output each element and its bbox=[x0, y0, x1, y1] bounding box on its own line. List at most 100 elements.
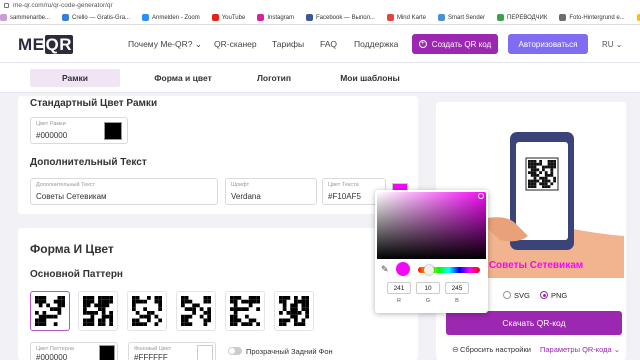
nav-qr-scanner[interactable]: QR-сканер bbox=[214, 39, 257, 49]
bookmark-favicon-icon bbox=[211, 14, 219, 21]
bookmark-item[interactable]: YouTube bbox=[211, 14, 246, 21]
bookmark-label: Smart Sender bbox=[447, 14, 486, 21]
pattern-option[interactable] bbox=[176, 291, 216, 331]
format-png-label: PNG bbox=[551, 291, 568, 300]
bookmark-item[interactable]: Foto-Hintergrund e... bbox=[559, 14, 625, 21]
bookmark-label: YouTube bbox=[221, 14, 246, 21]
reset-settings-link[interactable]: Сбросить настройки bbox=[460, 345, 531, 354]
bookmark-label: Facebook — Выпол... bbox=[316, 14, 375, 21]
bookmark-item[interactable]: Smart Sender bbox=[437, 14, 486, 21]
address-bar[interactable]: me-qr.com/ru/qr-code-generator/qr bbox=[0, 0, 640, 11]
format-png-radio[interactable] bbox=[540, 291, 548, 299]
logo-text-qr: QR bbox=[44, 35, 73, 54]
red-input[interactable]: 241 bbox=[387, 282, 411, 294]
logo[interactable]: MEQR bbox=[18, 35, 73, 55]
bookmark-label: sammenarbe... bbox=[10, 14, 51, 21]
transparent-bg-label: Прозрачный Задний Фон bbox=[246, 347, 333, 356]
hue-handle[interactable] bbox=[424, 265, 434, 275]
pattern-thumbnail-icon bbox=[279, 296, 309, 326]
pattern-thumbnail-icon bbox=[132, 296, 162, 326]
bookmark-favicon-icon bbox=[559, 14, 567, 21]
shape-color-heading: Форма И Цвет bbox=[30, 242, 114, 256]
lock-icon bbox=[4, 3, 9, 8]
extra-text-heading: Дополнительный Текст bbox=[30, 157, 147, 168]
qr-params-link[interactable]: Параметры QR-кода ⌄ bbox=[540, 345, 620, 354]
editor-tabs: Рамки Форма и цвет Логотип Мои шаблоны bbox=[0, 63, 640, 93]
download-qr-button[interactable]: Скачать QR-код bbox=[446, 311, 622, 335]
tab-frames[interactable]: Рамки bbox=[30, 69, 120, 87]
pattern-option[interactable] bbox=[274, 291, 314, 331]
bookmark-favicon-icon bbox=[386, 14, 394, 21]
site-header: MEQR Почему Me-QR? ⌄ QR-сканер Тарифы FA… bbox=[0, 25, 640, 63]
bookmark-item[interactable]: Crello — Gratis-Gra... bbox=[62, 14, 130, 21]
text-color-value: #F10AF5 bbox=[328, 192, 361, 201]
extra-text-field[interactable]: Дополнительный Текст Советы Сетевикам bbox=[30, 178, 218, 205]
frame-color-value: #000000 bbox=[36, 131, 68, 140]
red-label: R bbox=[397, 298, 401, 304]
language-selector[interactable]: RU ⌄ bbox=[602, 40, 622, 49]
bookmark-favicon-icon bbox=[62, 14, 70, 21]
saturation-area[interactable] bbox=[377, 192, 486, 259]
plus-circle-icon: + bbox=[418, 40, 427, 48]
bookmark-label: Instagram bbox=[267, 14, 294, 21]
reset-icon: ⊖ bbox=[452, 345, 459, 354]
pattern-thumbnail-icon bbox=[181, 296, 211, 326]
pattern-thumbnail-icon bbox=[230, 296, 260, 326]
bookmark-item[interactable]: Facebook — Выпол... bbox=[306, 14, 375, 21]
text-color-label: Цвет Текста bbox=[328, 182, 359, 188]
download-label: Скачать QR-код bbox=[502, 318, 566, 328]
pattern-color-swatch[interactable] bbox=[99, 345, 115, 360]
bookmark-favicon-icon bbox=[0, 14, 7, 21]
login-label: Авторизоваться bbox=[518, 39, 578, 49]
bookmark-favicon-icon bbox=[497, 14, 505, 21]
frame-color-swatch[interactable] bbox=[104, 122, 122, 140]
bookmark-favicon-icon bbox=[142, 14, 150, 21]
bookmark-favicon-icon bbox=[437, 14, 445, 21]
current-color-preview bbox=[396, 262, 410, 276]
color-picker-popup: ✎ 241 10 245 R G B bbox=[375, 190, 488, 313]
create-qr-button[interactable]: + Создать QR код bbox=[412, 34, 498, 54]
bookmark-item[interactable]: ПЕРЕВОДЧИК bbox=[497, 14, 547, 21]
bookmark-label: Mind Karte bbox=[396, 14, 426, 21]
bookmark-label: Crello — Gratis-Gra... bbox=[72, 14, 131, 21]
format-svg-radio[interactable] bbox=[503, 291, 511, 299]
bookmark-item[interactable]: Instagram bbox=[257, 14, 294, 21]
bookmark-item[interactable]: sammenarbe... bbox=[0, 14, 50, 21]
bg-color-swatch[interactable] bbox=[197, 345, 213, 360]
bookmarks-bar: sammenarbe... Crello — Gratis-Gra... Anmel… bbox=[0, 11, 640, 25]
frame-color-label: Цвет Рамки bbox=[36, 121, 66, 127]
qr-code-modules bbox=[528, 160, 556, 188]
pattern-option[interactable] bbox=[78, 291, 118, 331]
create-qr-label: Создать QR код bbox=[431, 39, 492, 49]
nav-pricing[interactable]: Тарифы bbox=[272, 39, 304, 49]
saturation-handle[interactable] bbox=[478, 193, 484, 199]
bookmark-item[interactable]: Mind Karte bbox=[386, 14, 426, 21]
bg-color-value: #FFFFFF bbox=[134, 353, 168, 360]
eyedropper-icon[interactable]: ✎ bbox=[381, 264, 389, 275]
blue-input[interactable]: 245 bbox=[445, 282, 469, 294]
pattern-option[interactable] bbox=[30, 291, 70, 331]
bookmark-favicon-icon bbox=[257, 14, 265, 21]
font-select[interactable]: Шрифт Verdana bbox=[225, 178, 317, 205]
login-button[interactable]: Авторизоваться bbox=[508, 34, 588, 54]
transparent-bg-toggle[interactable] bbox=[228, 347, 242, 355]
pattern-option[interactable] bbox=[225, 291, 265, 331]
nav-why-meqr[interactable]: Почему Me-QR? ⌄ bbox=[128, 39, 202, 50]
green-label: G bbox=[425, 298, 431, 304]
pattern-option[interactable] bbox=[127, 291, 167, 331]
bookmark-item[interactable]: Anmelden - Zoom bbox=[142, 14, 200, 21]
font-label: Шрифт bbox=[231, 182, 250, 188]
frame-color-heading: Стандартный Цвет Рамки bbox=[30, 98, 158, 109]
green-input[interactable]: 10 bbox=[416, 282, 440, 294]
extra-text-value: Советы Сетевикам bbox=[36, 192, 107, 201]
format-svg-label: SVG bbox=[514, 291, 530, 300]
bookmark-label: Foto-Hintergrund e... bbox=[569, 14, 625, 21]
tab-my-templates[interactable]: Мои шаблоны bbox=[330, 69, 410, 87]
nav-faq[interactable]: FAQ bbox=[320, 39, 337, 49]
tab-shape-color[interactable]: Форма и цвет bbox=[138, 69, 228, 87]
tab-logo[interactable]: Логотип bbox=[244, 69, 304, 87]
nav-support[interactable]: Поддержка bbox=[354, 39, 398, 49]
bg-color-label: Фоновый Цвет bbox=[134, 346, 172, 352]
bookmark-label: ПЕРЕВОДЧИК bbox=[507, 14, 548, 21]
phone-screen bbox=[516, 142, 568, 240]
